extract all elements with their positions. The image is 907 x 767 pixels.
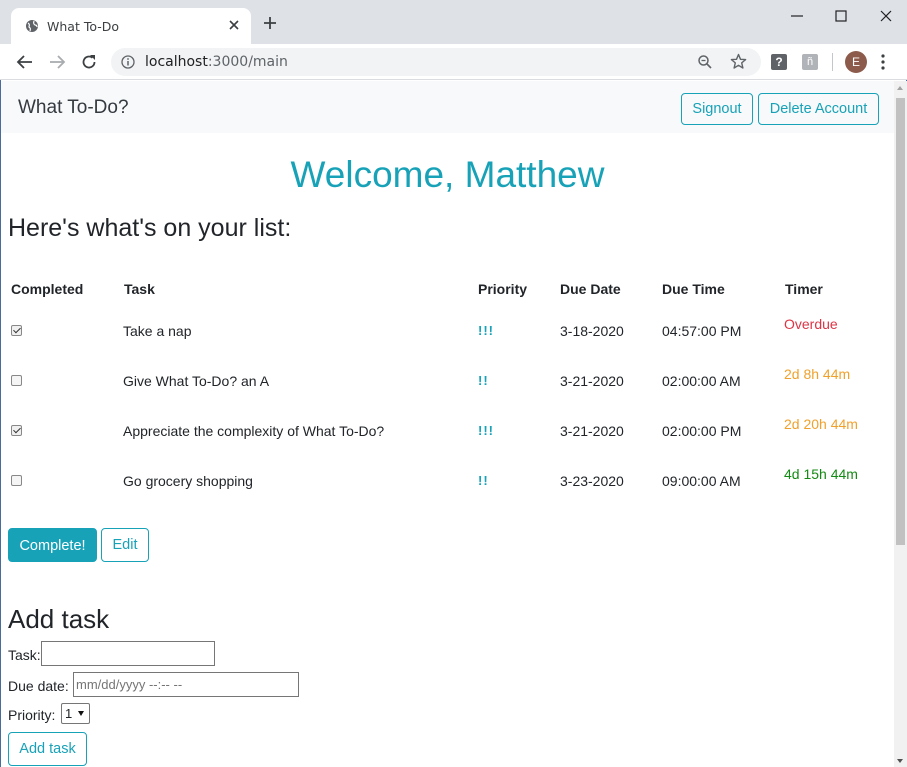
toolbar-divider bbox=[832, 53, 833, 71]
scroll-up-icon[interactable] bbox=[897, 86, 903, 90]
help-extension-icon[interactable]: ? bbox=[771, 54, 787, 70]
task-timer: 2d 8h 44m bbox=[784, 366, 851, 382]
extension-icon[interactable]: ñ bbox=[802, 54, 818, 70]
browser-tab[interactable]: What To-Do bbox=[11, 8, 251, 44]
list-heading: Here's what's on your list: bbox=[8, 214, 292, 242]
minimize-icon[interactable] bbox=[790, 6, 804, 31]
task-name: Appreciate the complexity of What To-Do? bbox=[123, 423, 385, 439]
edit-button[interactable]: Edit bbox=[101, 528, 149, 562]
priority-select[interactable]: 1 bbox=[61, 703, 90, 724]
welcome-heading: Welcome, Matthew bbox=[290, 154, 605, 195]
task-priority: !! bbox=[478, 373, 489, 388]
priority-select-value: 1 bbox=[65, 706, 73, 721]
forward-icon[interactable] bbox=[48, 53, 66, 76]
task-priority: !!! bbox=[478, 323, 494, 338]
back-icon[interactable] bbox=[16, 53, 34, 76]
tab-title: What To-Do bbox=[47, 19, 119, 34]
tab-strip: What To-Do bbox=[0, 0, 907, 44]
delete-account-button[interactable]: Delete Account bbox=[758, 93, 879, 125]
reload-icon[interactable] bbox=[80, 53, 98, 76]
task-timer: 2d 20h 44m bbox=[784, 416, 858, 432]
task-timer: Overdue bbox=[784, 316, 838, 332]
column-header-due-time: Due Time bbox=[662, 281, 725, 297]
url-host: localhost bbox=[145, 54, 208, 70]
app-navbar: What To-Do? Signout Delete Account bbox=[1, 81, 894, 133]
url-text[interactable]: localhost:3000/main bbox=[145, 54, 288, 70]
column-header-due-date: Due Date bbox=[560, 281, 621, 297]
column-header-task: Task bbox=[124, 281, 155, 297]
task-due-date: 3-21-2020 bbox=[560, 423, 624, 439]
bookmark-star-icon[interactable] bbox=[730, 53, 747, 75]
app-brand[interactable]: What To-Do? bbox=[18, 97, 129, 119]
close-tab-icon[interactable] bbox=[227, 18, 241, 37]
scrollbar-thumb[interactable] bbox=[896, 98, 905, 545]
browser-toolbar: localhost:3000/main ? ñ E bbox=[0, 44, 907, 80]
due-date-input[interactable] bbox=[73, 672, 299, 697]
zoom-icon[interactable] bbox=[697, 54, 713, 75]
page-scrollbar[interactable] bbox=[894, 81, 907, 767]
task-timer: 4d 15h 44m bbox=[784, 466, 858, 482]
task-checkbox[interactable] bbox=[11, 425, 22, 436]
task-due-time: 02:00:00 PM bbox=[662, 423, 742, 439]
task-due-date: 3-23-2020 bbox=[560, 473, 624, 489]
close-window-icon[interactable] bbox=[879, 6, 893, 31]
signout-button[interactable]: Signout bbox=[681, 93, 753, 125]
task-name: Go grocery shopping bbox=[123, 473, 253, 489]
add-task-heading: Add task bbox=[8, 604, 110, 634]
task-checkbox[interactable] bbox=[11, 475, 22, 486]
due-date-field-label: Due date: bbox=[8, 678, 69, 694]
task-priority: !!! bbox=[478, 423, 494, 438]
task-field-label: Task: bbox=[8, 647, 41, 663]
complete-button[interactable]: Complete! bbox=[8, 528, 97, 562]
task-due-time: 04:57:00 PM bbox=[662, 323, 742, 339]
task-due-date: 3-18-2020 bbox=[560, 323, 624, 339]
page-viewport: What To-Do? Signout Delete Account Welco… bbox=[1, 81, 894, 767]
task-checkbox[interactable] bbox=[11, 375, 22, 386]
column-header-completed: Completed bbox=[11, 281, 84, 297]
add-task-button[interactable]: Add task bbox=[8, 732, 87, 766]
task-name: Give What To-Do? an A bbox=[123, 373, 270, 389]
more-menu-icon[interactable] bbox=[880, 53, 886, 76]
priority-field-label: Priority: bbox=[8, 707, 56, 723]
url-path: :3000/main bbox=[207, 54, 288, 70]
new-tab-icon[interactable] bbox=[262, 15, 278, 36]
task-name: Take a nap bbox=[123, 323, 192, 339]
task-priority: !! bbox=[478, 473, 489, 488]
info-icon[interactable] bbox=[121, 55, 135, 74]
address-bar[interactable]: localhost:3000/main bbox=[111, 48, 761, 76]
scroll-down-icon[interactable] bbox=[897, 759, 903, 763]
profile-avatar[interactable]: E bbox=[845, 51, 867, 73]
task-checkbox[interactable] bbox=[11, 325, 22, 336]
column-header-priority: Priority bbox=[478, 281, 528, 297]
task-due-time: 09:00:00 AM bbox=[662, 473, 741, 489]
globe-icon bbox=[25, 19, 39, 38]
maximize-icon[interactable] bbox=[834, 6, 848, 31]
task-due-time: 02:00:00 AM bbox=[662, 373, 741, 389]
column-header-timer: Timer bbox=[785, 281, 823, 297]
chevron-down-icon bbox=[78, 711, 84, 716]
task-due-date: 3-21-2020 bbox=[560, 373, 624, 389]
task-input[interactable] bbox=[41, 641, 215, 666]
